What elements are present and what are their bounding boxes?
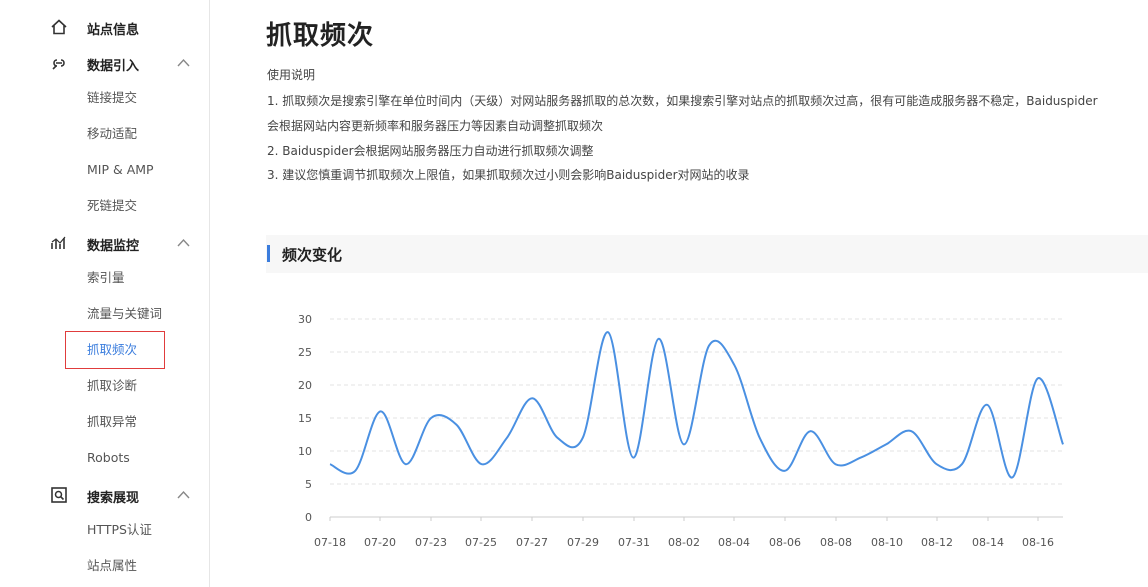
data-import-icon (52, 59, 65, 70)
x-tick-label: 08-08 (820, 536, 852, 549)
sidebar-item-index[interactable]: 索引量 (87, 268, 125, 288)
sidebar-item-robots[interactable]: Robots (87, 448, 130, 468)
sidebar-item-dead-link[interactable]: 死链提交 (87, 196, 137, 216)
sidebar-group-label: 搜索展现 (87, 491, 140, 506)
series-line (329, 331, 1064, 479)
x-tick-label: 08-04 (718, 536, 750, 549)
home-icon (51, 19, 67, 35)
section-title: 频次变化 (282, 246, 343, 264)
sidebar-item-mobile-adapt[interactable]: 移动适配 (87, 124, 137, 144)
frequency-line-chart: 0 5 10 15 20 25 30 07-18 07-20 07-23 07-25 07-27 07-… (298, 313, 1064, 549)
sidebar-item-traffic-keywords[interactable]: 流量与关键词 (87, 304, 162, 324)
usage-heading: 使用说明 (267, 68, 316, 82)
x-tick-label: 07-27 (516, 536, 548, 549)
sidebar-item-link-submit[interactable]: 链接提交 (87, 88, 137, 108)
chevron-up-icon[interactable] (177, 490, 190, 499)
sidebar-group-search-display[interactable]: 搜索展现 (0, 477, 209, 513)
usage-line-1b: 会根据网站内容更新频率和服务器压力等因素自动调整抓取频次 (267, 119, 604, 133)
sidebar-group-label: 站点信息 (87, 23, 140, 38)
usage-line-1: 1. 抓取频次是搜索引擎在单位时间内（天级）对网站服务器抓取的总次数，如果搜索引… (267, 94, 1098, 108)
sidebar-item-crawl-frequency[interactable]: 抓取频次 (87, 340, 137, 360)
x-tick-label: 07-20 (364, 536, 396, 549)
search-display-icon (51, 487, 67, 503)
sidebar-group-data-import[interactable]: 数据引入 (0, 45, 209, 81)
y-tick-label: 30 (298, 313, 312, 326)
sidebar-item-site-attributes[interactable]: 站点属性 (87, 556, 137, 576)
y-tick-label: 15 (298, 412, 312, 425)
section-header: 频次变化 (266, 235, 1148, 273)
x-tick-label: 08-02 (668, 536, 700, 549)
section-accent-bar (267, 245, 270, 262)
sidebar-group-site-info[interactable]: 站点信息 (0, 9, 209, 45)
x-tick-label: 08-16 (1022, 536, 1054, 549)
y-tick-label: 20 (298, 379, 312, 392)
x-tick-label: 08-14 (972, 536, 1004, 549)
y-tick-label: 5 (305, 478, 312, 491)
y-tick-label: 0 (305, 511, 312, 524)
sidebar-group-label: 数据监控 (87, 239, 140, 254)
y-tick-label: 25 (298, 346, 312, 359)
chevron-up-icon[interactable] (177, 238, 190, 247)
chevron-up-icon[interactable] (177, 58, 190, 67)
x-tick-label: 08-12 (921, 536, 953, 549)
x-tick-label: 08-06 (769, 536, 801, 549)
x-tick-label: 07-31 (618, 536, 650, 549)
sidebar-group-label: 数据引入 (87, 59, 140, 74)
y-tick-label: 10 (298, 445, 312, 458)
x-tick-label: 07-23 (415, 536, 447, 549)
sidebar-item-mip-amp[interactable]: MIP & AMP (87, 160, 154, 180)
sidebar: 站点信息 数据引入 链接提交 移动适配 MIP & AMP 死链提交 数据监控 … (0, 0, 210, 587)
sidebar-group-data-monitor[interactable]: 数据监控 (0, 225, 209, 261)
chart-monitor-icon (51, 236, 66, 249)
x-tick-label: 07-18 (314, 536, 346, 549)
sidebar-item-crawl-diagnosis[interactable]: 抓取诊断 (87, 376, 137, 396)
usage-line-2: 2. Baiduspider会根据网站服务器压力自动进行抓取频次调整 (267, 144, 594, 158)
sidebar-item-crawl-errors[interactable]: 抓取异常 (87, 412, 137, 432)
page-title: 抓取频次 (266, 21, 375, 51)
sidebar-item-https[interactable]: HTTPS认证 (87, 520, 152, 540)
usage-line-3: 3. 建议您慎重调节抓取频次上限值，如果抓取频次过小则会影响Baiduspide… (267, 168, 750, 182)
x-tick-label: 07-25 (465, 536, 497, 549)
main-content: 抓取频次 使用说明 1. 抓取频次是搜索引擎在单位时间内（天级）对网站服务器抓取… (266, 0, 1148, 587)
x-tick-label: 08-10 (871, 536, 903, 549)
x-tick-label: 07-29 (567, 536, 599, 549)
